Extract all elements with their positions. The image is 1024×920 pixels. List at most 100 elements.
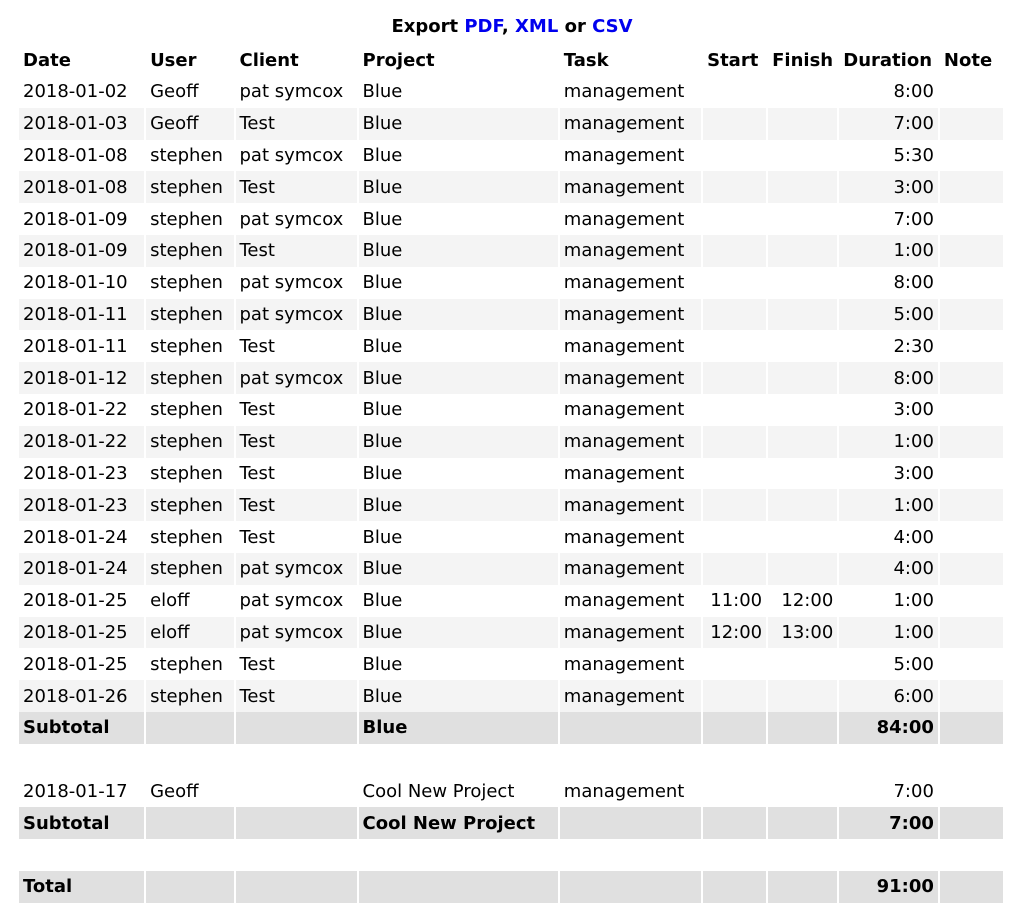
cell-user: stephen xyxy=(146,393,234,426)
cell-start xyxy=(703,457,767,490)
col-header-start[interactable]: Start xyxy=(703,44,766,76)
cell-date: 2018-01-12 xyxy=(19,362,145,394)
col-header-date[interactable]: Date xyxy=(19,44,144,76)
cell-start xyxy=(703,552,767,585)
total-empty-cell xyxy=(939,870,1003,903)
cell-date: 2018-01-23 xyxy=(19,489,145,522)
subtotal-duration: 7:00 xyxy=(839,807,938,840)
cell-finish: 13:00 xyxy=(768,616,838,649)
cell-date: 2018-01-22 xyxy=(19,393,145,426)
cell-task: management xyxy=(559,76,702,108)
cell-finish xyxy=(768,648,838,681)
cell-client xyxy=(235,775,357,808)
cell-task: management xyxy=(559,171,702,204)
cell-date: 2018-01-09 xyxy=(19,203,145,235)
export-xml-link[interactable]: XML xyxy=(515,16,558,37)
table-row: 2018-01-22 stephen Test Blue management 3:00 xyxy=(19,393,1003,426)
cell-client: Test xyxy=(235,680,357,712)
col-header-project[interactable]: Project xyxy=(359,44,558,76)
cell-client: Test xyxy=(235,171,357,204)
cell-client: pat symcox xyxy=(235,552,357,585)
cell-start xyxy=(703,680,767,712)
cell-date: 2018-01-24 xyxy=(19,521,145,553)
cell-start xyxy=(703,425,767,458)
cell-finish: 12:00 xyxy=(768,584,838,617)
cell-date: 2018-01-08 xyxy=(19,171,145,204)
table-row: 2018-01-25 eloff pat symcox Blue management 1… xyxy=(19,616,1003,649)
col-header-user[interactable]: User xyxy=(146,44,233,76)
cell-note xyxy=(939,521,1003,553)
cell-project: Blue xyxy=(358,362,558,394)
col-header-note[interactable]: Note xyxy=(940,44,1003,76)
header-row: Date User Client Project Task Start Fini… xyxy=(19,44,1003,76)
cell-task: management xyxy=(559,521,702,553)
cell-user: stephen xyxy=(146,171,234,204)
col-header-task[interactable]: Task xyxy=(560,44,701,76)
cell-project: Blue xyxy=(358,76,558,108)
cell-project: Blue xyxy=(358,203,558,235)
subtotal-empty-cell xyxy=(235,711,357,744)
table-row: 2018-01-03 Geoff Test Blue management 7:00 xyxy=(19,107,1003,140)
export-csv-link[interactable]: CSV xyxy=(592,16,632,37)
total-empty-cell xyxy=(768,870,838,903)
cell-project: Blue xyxy=(358,330,558,363)
cell-task: management xyxy=(559,489,702,522)
cell-note xyxy=(939,648,1003,681)
cell-start xyxy=(703,139,767,172)
total-empty-cell xyxy=(703,870,767,903)
cell-client: Test xyxy=(235,648,357,681)
cell-note xyxy=(939,171,1003,204)
cell-user: stephen xyxy=(146,521,234,553)
cell-client: Test xyxy=(235,489,357,522)
cell-duration: 8:00 xyxy=(839,76,938,108)
cell-client: Test xyxy=(235,457,357,490)
cell-user: stephen xyxy=(146,680,234,712)
cell-duration: 3:00 xyxy=(839,171,938,204)
cell-user: stephen xyxy=(146,139,234,172)
total-label: Total xyxy=(19,870,145,903)
cell-user: stephen xyxy=(146,489,234,522)
col-header-client[interactable]: Client xyxy=(236,44,357,76)
subtotal-empty-cell xyxy=(146,711,234,744)
cell-note xyxy=(939,616,1003,649)
total-empty-cell xyxy=(358,870,558,903)
cell-user: eloff xyxy=(146,584,234,617)
cell-date: 2018-01-26 xyxy=(19,680,145,712)
subtotal-label: Subtotal xyxy=(19,807,145,840)
cell-client: Test xyxy=(235,521,357,553)
cell-date: 2018-01-25 xyxy=(19,616,145,649)
cell-project: Blue xyxy=(358,234,558,267)
cell-user: stephen xyxy=(146,298,234,331)
cell-duration: 8:00 xyxy=(839,362,938,394)
cell-client: Test xyxy=(235,107,357,140)
cell-start xyxy=(703,266,767,299)
cell-client: pat symcox xyxy=(235,362,357,394)
cell-user: stephen xyxy=(146,425,234,458)
cell-user: Geoff xyxy=(146,107,234,140)
cell-start xyxy=(703,76,767,108)
cell-start xyxy=(703,234,767,267)
cell-duration: 2:30 xyxy=(839,330,938,363)
cell-date: 2018-01-25 xyxy=(19,648,145,681)
cell-project: Blue xyxy=(358,139,558,172)
cell-project: Cool New Project xyxy=(358,775,558,808)
cell-task: management xyxy=(559,234,702,267)
cell-note xyxy=(939,775,1003,808)
cell-note xyxy=(939,393,1003,426)
cell-finish xyxy=(768,139,838,172)
cell-client: pat symcox xyxy=(235,266,357,299)
table-row: 2018-01-23 stephen Test Blue management 3:00 xyxy=(19,457,1003,490)
cell-duration: 7:00 xyxy=(839,775,938,808)
cell-note xyxy=(939,203,1003,235)
subtotal-row: Subtotal Cool New Project 7:00 xyxy=(19,807,1003,840)
export-pdf-link[interactable]: PDF xyxy=(464,16,502,37)
col-header-duration[interactable]: Duration xyxy=(839,44,938,76)
col-header-finish[interactable]: Finish xyxy=(768,44,837,76)
cell-note xyxy=(939,266,1003,299)
cell-start xyxy=(703,203,767,235)
cell-start xyxy=(703,330,767,363)
table-row: 2018-01-08 stephen pat symcox Blue managemen… xyxy=(19,139,1003,172)
table-row: 2018-01-10 stephen pat symcox Blue managemen… xyxy=(19,266,1003,299)
cell-duration: 1:00 xyxy=(839,616,938,649)
cell-project: Blue xyxy=(358,521,558,553)
